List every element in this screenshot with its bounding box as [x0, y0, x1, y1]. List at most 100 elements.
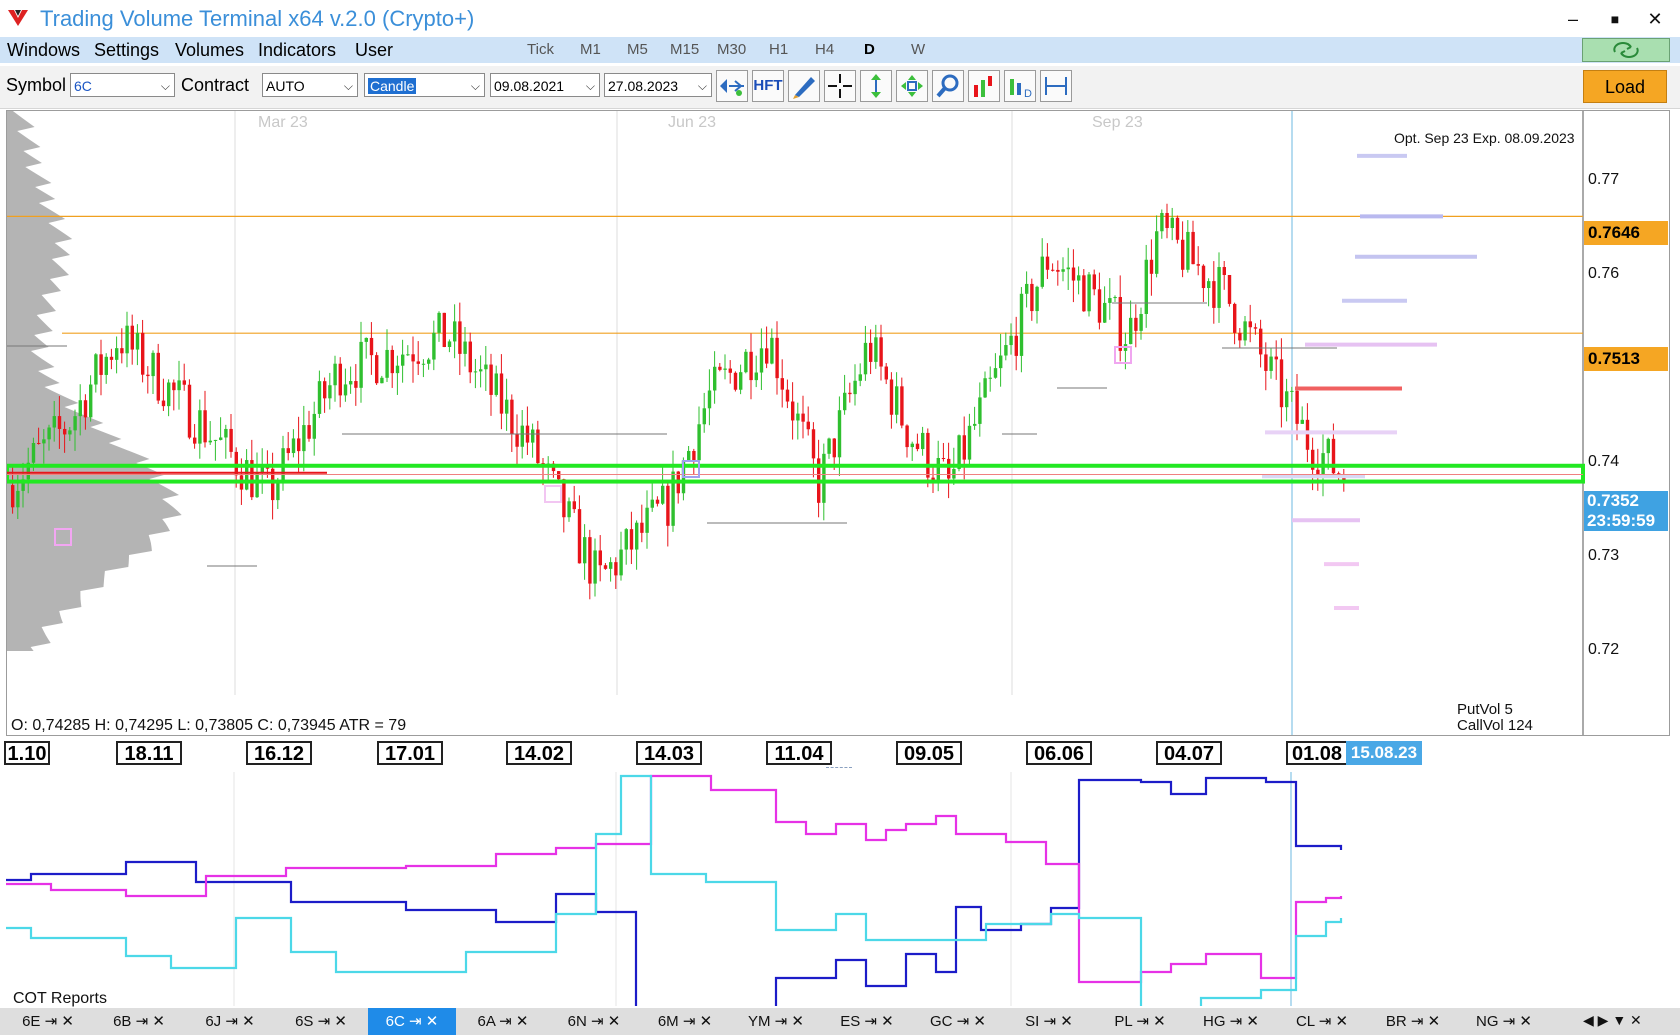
symbol-tab-6m[interactable]: 6M ⇥ ✕: [641, 1008, 729, 1035]
date-to-picker[interactable]: 27.08.2023 ⌵: [604, 73, 712, 97]
maximize-button[interactable]: ■: [1600, 6, 1630, 32]
tab-scroll-controls[interactable]: ◀ ▶ ▼ ✕: [1583, 1012, 1642, 1029]
pin-icon[interactable]: ⇥: [1226, 1013, 1247, 1030]
symbol-tab-cl[interactable]: CL ⇥ ✕: [1278, 1008, 1366, 1035]
timeframe-h4[interactable]: H4: [815, 41, 834, 58]
pin-icon[interactable]: ⇥: [1407, 1013, 1428, 1030]
symbol-tab-es[interactable]: ES ⇥ ✕: [823, 1008, 911, 1035]
candle-body: [588, 537, 592, 584]
pin-icon[interactable]: ⇥: [953, 1013, 974, 1030]
symbol-tab-6s[interactable]: 6S ⇥ ✕: [277, 1008, 365, 1035]
refresh-button[interactable]: [1582, 38, 1670, 62]
close-icon[interactable]: ✕: [242, 1013, 255, 1030]
range-button[interactable]: [1040, 70, 1072, 102]
date-from-picker[interactable]: 09.08.2021 ⌵: [490, 73, 600, 97]
cot-canvas[interactable]: [6, 772, 1670, 1020]
symbol-tab-gc[interactable]: GC ⇥ ✕: [914, 1008, 1002, 1035]
menu-windows[interactable]: Windows: [7, 40, 80, 61]
zoom-button[interactable]: [932, 70, 964, 102]
close-icon[interactable]: ✕: [608, 1013, 621, 1030]
pin-icon[interactable]: ⇥: [1132, 1013, 1153, 1030]
price-chart[interactable]: [6, 110, 1670, 736]
pin-icon[interactable]: ⇥: [679, 1013, 700, 1030]
timeframe-m5[interactable]: M5: [627, 41, 648, 58]
pin-icon[interactable]: ⇥: [1499, 1013, 1520, 1030]
close-icon[interactable]: ✕: [1519, 1013, 1532, 1030]
close-button[interactable]: ✕: [1640, 6, 1670, 32]
panel-splitter[interactable]: [826, 767, 852, 771]
timeframe-m1[interactable]: M1: [580, 41, 601, 58]
crosshair-button[interactable]: [824, 70, 856, 102]
symbol-tab-6c[interactable]: 6C ⇥ ✕: [368, 1008, 456, 1035]
vertical-scale-button[interactable]: [860, 70, 892, 102]
symbol-tab-6a[interactable]: 6A ⇥ ✕: [459, 1008, 547, 1035]
pin-icon[interactable]: ⇥: [1039, 1013, 1060, 1030]
draw-button[interactable]: [788, 70, 820, 102]
symbol-tab-ng[interactable]: NG ⇥ ✕: [1460, 1008, 1548, 1035]
pin-icon[interactable]: ⇥: [771, 1013, 792, 1030]
volume-profile-button[interactable]: [716, 70, 748, 102]
symbol-tab-br[interactable]: BR ⇥ ✕: [1369, 1008, 1457, 1035]
close-icon[interactable]: ✕: [426, 1013, 439, 1030]
move-button[interactable]: [896, 70, 928, 102]
symbol-tab-label: 6M: [657, 1013, 679, 1030]
candle-body: [785, 389, 790, 402]
close-icon[interactable]: ✕: [516, 1013, 529, 1030]
bar-volume-button[interactable]: [968, 70, 1000, 102]
close-icon[interactable]: ✕: [881, 1013, 894, 1030]
close-icon[interactable]: ✕: [973, 1013, 986, 1030]
close-icon[interactable]: ✕: [1428, 1013, 1441, 1030]
timeframe-m30[interactable]: M30: [717, 41, 746, 58]
contract-select[interactable]: AUTO ⌵: [262, 73, 358, 97]
pin-icon[interactable]: ⇥: [40, 1013, 61, 1030]
symbol-tab-6j[interactable]: 6J ⇥ ✕: [186, 1008, 274, 1035]
close-icon[interactable]: ✕: [61, 1013, 74, 1030]
close-icon[interactable]: ✕: [152, 1013, 165, 1030]
close-icon[interactable]: ✕: [1060, 1013, 1073, 1030]
load-button[interactable]: Load: [1583, 70, 1667, 103]
menu-user[interactable]: User: [355, 40, 393, 61]
symbol-tab-6b[interactable]: 6B ⇥ ✕: [95, 1008, 183, 1035]
close-icon[interactable]: ✕: [700, 1013, 713, 1030]
timeframe-tick[interactable]: Tick: [527, 41, 554, 58]
symbol-tab-6e[interactable]: 6E ⇥ ✕: [4, 1008, 92, 1035]
close-icon[interactable]: ✕: [1153, 1013, 1166, 1030]
level-label-high: 0.7646: [1584, 221, 1668, 245]
pin-icon[interactable]: ⇥: [1315, 1013, 1336, 1030]
pin-icon[interactable]: ⇥: [405, 1013, 426, 1030]
close-icon[interactable]: ✕: [1335, 1013, 1348, 1030]
candle-body: [130, 325, 134, 350]
menu-indicators[interactable]: Indicators: [258, 40, 336, 61]
pin-icon[interactable]: ⇥: [313, 1013, 334, 1030]
pin-icon[interactable]: ⇥: [221, 1013, 242, 1030]
pin-icon[interactable]: ⇥: [131, 1013, 152, 1030]
close-icon[interactable]: ✕: [334, 1013, 347, 1030]
menu-settings[interactable]: Settings: [94, 40, 159, 61]
candle-body: [177, 380, 181, 391]
pin-icon[interactable]: ⇥: [495, 1013, 516, 1030]
menu-volumes[interactable]: Volumes: [175, 40, 244, 61]
timeframe-h1[interactable]: H1: [769, 41, 788, 58]
close-icon[interactable]: ✕: [1246, 1013, 1259, 1030]
symbol-tab-6n[interactable]: 6N ⇥ ✕: [550, 1008, 638, 1035]
pin-icon[interactable]: ⇥: [860, 1013, 881, 1030]
delta-button[interactable]: D: [1004, 70, 1036, 102]
symbol-tab-pl[interactable]: PL ⇥ ✕: [1096, 1008, 1184, 1035]
minimize-button[interactable]: –: [1558, 6, 1588, 32]
symbol-tab-label: 6B: [113, 1013, 132, 1030]
timeframe-w[interactable]: W: [911, 41, 925, 58]
symbol-tab-ym[interactable]: YM ⇥ ✕: [732, 1008, 820, 1035]
timeframe-d[interactable]: D: [864, 41, 875, 58]
delta-icon: D: [1010, 79, 1032, 100]
pin-icon[interactable]: ⇥: [587, 1013, 608, 1030]
symbol-tab-si[interactable]: SI ⇥ ✕: [1005, 1008, 1093, 1035]
symbol-tab-hg[interactable]: HG ⇥ ✕: [1187, 1008, 1275, 1035]
chart-type-select[interactable]: Candle ⌵: [364, 73, 485, 97]
hft-button[interactable]: HFT: [752, 70, 784, 102]
cot-panel[interactable]: [6, 772, 1670, 1020]
close-icon[interactable]: ✕: [791, 1013, 804, 1030]
chart-canvas[interactable]: [7, 111, 1669, 735]
candle-body: [328, 385, 332, 399]
timeframe-m15[interactable]: M15: [670, 41, 699, 58]
symbol-select[interactable]: 6C ⌵: [70, 73, 175, 97]
